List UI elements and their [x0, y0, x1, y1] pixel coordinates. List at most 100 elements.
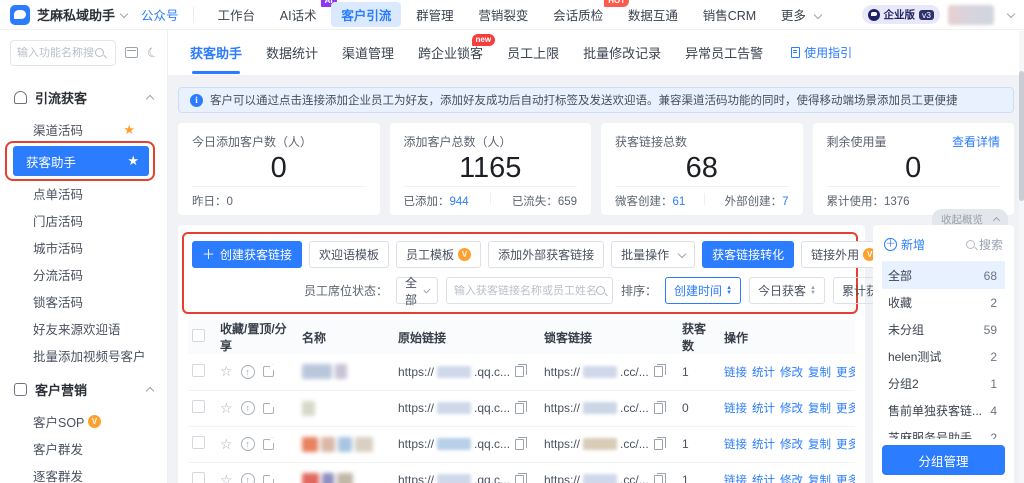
group-item-all[interactable]: 全部68	[882, 262, 1005, 289]
usage-guide-link[interactable]: 使用指引	[791, 44, 852, 61]
action-more[interactable]: 更多	[836, 400, 855, 416]
favorite-star-icon[interactable]: ★	[123, 122, 135, 138]
action-more[interactable]: 更多	[836, 364, 855, 380]
section-customer-marketing[interactable]: 客户营销	[0, 369, 167, 408]
brand-chevron-down-icon[interactable]	[120, 9, 128, 17]
user-avatar[interactable]	[948, 5, 994, 25]
favorite-star-icon[interactable]: ☆	[220, 472, 233, 483]
share-external-icon[interactable]	[263, 366, 274, 377]
action-more[interactable]: 更多	[836, 472, 855, 483]
action-link[interactable]: 链接	[724, 364, 747, 380]
select-all-checkbox[interactable]	[192, 329, 205, 342]
link-search-box[interactable]	[446, 277, 613, 304]
theme-moon-icon[interactable]: ☾	[146, 45, 161, 61]
sidebar-item-store-code[interactable]: 门店活码	[0, 207, 167, 234]
section-lead-acquisition[interactable]: 引流获客	[0, 77, 167, 116]
group-item-helen-test[interactable]: helen测试2	[882, 343, 1005, 370]
nav-workbench[interactable]: 工作台	[208, 2, 266, 27]
sidebar-item-individual-mass-send[interactable]: 逐客群发	[0, 462, 167, 483]
sidebar-item-split-code[interactable]: 分流活码	[0, 261, 167, 288]
nav-group-management[interactable]: 群管理	[406, 2, 464, 27]
nav-data-exchange[interactable]: 数据互通	[618, 2, 688, 27]
nav-customer-acquisition[interactable]: 客户引流	[331, 2, 401, 27]
group-item-service-assistant[interactable]: 芝麻服务号助手2	[882, 424, 1005, 439]
nav-marketing-fission[interactable]: 营销裂变	[468, 2, 538, 27]
link-conversion-button[interactable]: 获客链接转化	[702, 241, 794, 268]
tab-batch-edit-records[interactable]: 批量修改记录	[583, 43, 661, 62]
pin-top-icon[interactable]: ↑	[241, 401, 255, 415]
action-edit[interactable]: 修改	[780, 364, 803, 380]
add-external-link-button[interactable]: 添加外部获客链接	[488, 241, 604, 268]
copy-icon[interactable]	[654, 439, 663, 450]
sidebar-item-customer-mass-send[interactable]: 客户群发	[0, 435, 167, 462]
sidebar-item-channel-code[interactable]: 渠道活码★	[0, 116, 167, 143]
nav-chat-inspection[interactable]: 会话质检HOT	[543, 2, 613, 27]
row-checkbox[interactable]	[192, 400, 205, 413]
nav-sales-crm[interactable]: 销售CRM	[693, 2, 766, 27]
page-scrollbar[interactable]	[1019, 31, 1024, 483]
group-item-ungrouped[interactable]: 未分组59	[882, 316, 1005, 343]
pin-top-icon[interactable]: ↑	[241, 365, 255, 379]
seat-status-select[interactable]: 全部	[396, 277, 438, 304]
share-external-icon[interactable]	[263, 475, 274, 483]
staff-template-button[interactable]: 员工模板V	[396, 241, 481, 268]
action-copy[interactable]: 复制	[808, 472, 831, 483]
user-menu-chevron-icon[interactable]	[1007, 9, 1015, 17]
sidebar-item-friend-source-welcome[interactable]: 好友来源欢迎语	[0, 315, 167, 342]
favorite-star-icon[interactable]: ☆	[220, 400, 233, 417]
action-stats[interactable]: 统计	[752, 364, 775, 380]
sidebar-item-customer-sop[interactable]: 客户SOP V	[0, 408, 167, 435]
sort-by-today[interactable]: 今日获客▲▼	[749, 277, 825, 304]
row-checkbox[interactable]	[192, 436, 205, 449]
action-stats[interactable]: 统计	[752, 472, 775, 483]
share-external-icon[interactable]	[263, 403, 274, 414]
pin-top-icon[interactable]: ↑	[241, 437, 255, 451]
copy-icon[interactable]	[654, 403, 663, 414]
row-checkbox[interactable]	[192, 364, 205, 377]
create-link-button[interactable]: ＋创建获客链接	[192, 241, 302, 268]
group-item-presale-links[interactable]: 售前单独获客链...4	[882, 397, 1005, 424]
action-copy[interactable]: 复制	[808, 436, 831, 452]
sidebar-item-batch-video-customers[interactable]: 批量添加视频号客户	[0, 342, 167, 369]
sidebar-item-order-code[interactable]: 点单活码	[0, 180, 167, 207]
nav-more[interactable]: 更多	[771, 2, 832, 27]
copy-icon[interactable]	[654, 475, 663, 483]
action-link[interactable]: 链接	[724, 400, 747, 416]
action-link[interactable]: 链接	[724, 472, 747, 483]
tab-channel-management[interactable]: 渠道管理	[342, 43, 394, 62]
tab-staff-limit[interactable]: 员工上限	[507, 43, 559, 62]
sidebar-item-acquisition-assistant[interactable]: 获客助手★	[13, 146, 149, 176]
action-edit[interactable]: 修改	[780, 472, 803, 483]
batch-actions-button[interactable]: 批量操作	[611, 241, 695, 268]
scrollbar-thumb[interactable]	[1019, 71, 1024, 201]
action-link[interactable]: 链接	[724, 436, 747, 452]
tab-abnormal-staff-alert[interactable]: 异常员工告警	[685, 43, 763, 62]
copy-icon[interactable]	[515, 403, 524, 414]
copy-icon[interactable]	[515, 475, 524, 483]
sidebar-item-lock-code[interactable]: 锁客活码	[0, 288, 167, 315]
favorite-star-icon[interactable]: ★	[127, 153, 139, 169]
action-more[interactable]: 更多	[836, 436, 855, 452]
function-search-box[interactable]	[10, 40, 116, 66]
group-search-button[interactable]: 搜索	[966, 236, 1003, 253]
action-copy[interactable]: 复制	[808, 364, 831, 380]
action-edit[interactable]: 修改	[780, 400, 803, 416]
link-search-input[interactable]	[454, 285, 596, 297]
welcome-template-button[interactable]: 欢迎语模板	[309, 241, 389, 268]
action-stats[interactable]: 统计	[752, 436, 775, 452]
view-details-link[interactable]: 查看详情	[952, 133, 1000, 150]
copy-icon[interactable]	[654, 366, 663, 377]
function-search-input[interactable]	[17, 47, 95, 59]
add-group-button[interactable]: ＋新增	[884, 236, 925, 253]
action-stats[interactable]: 统计	[752, 400, 775, 416]
share-external-icon[interactable]	[263, 439, 274, 450]
sidebar-item-city-code[interactable]: 城市活码	[0, 234, 167, 261]
group-item-favorites[interactable]: 收藏2	[882, 289, 1005, 316]
action-copy[interactable]: 复制	[808, 400, 831, 416]
window-icon[interactable]	[125, 47, 138, 58]
tab-acquisition-assistant[interactable]: 获客助手	[190, 43, 242, 62]
copy-icon[interactable]	[515, 439, 524, 450]
group-item-group2[interactable]: 分组21	[882, 370, 1005, 397]
account-type-link[interactable]: 公众号	[141, 5, 179, 24]
pin-top-icon[interactable]: ↑	[241, 473, 255, 483]
